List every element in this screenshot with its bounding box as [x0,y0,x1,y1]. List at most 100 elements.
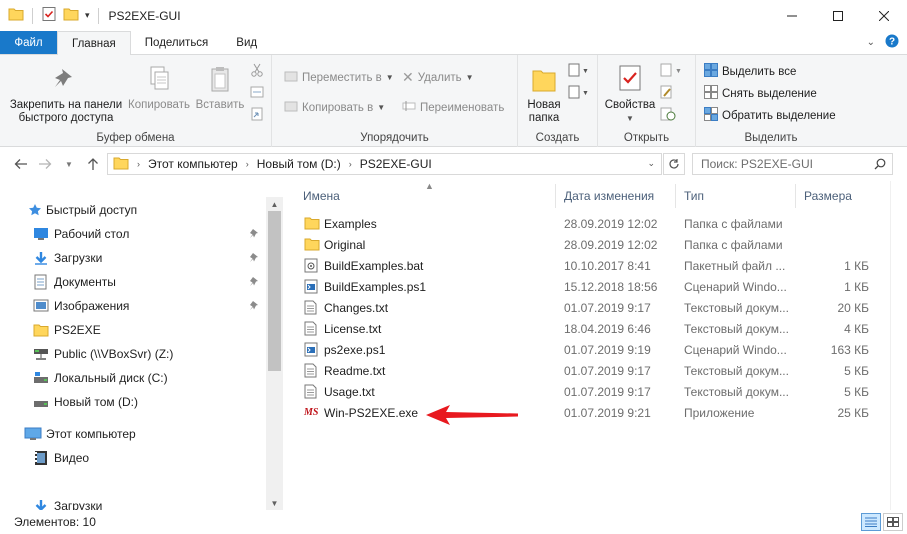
scroll-up-arrow-icon[interactable]: ▲ [266,197,283,211]
select-all-button[interactable]: Выделить все [704,63,796,80]
recent-locations-button[interactable]: ▼ [58,153,80,175]
text-file-icon [304,300,317,318]
nav-local-disk-c[interactable]: Локальный диск (C:) [0,366,266,390]
nav-label: PS2EXE [54,323,101,337]
file-type: Текстовый докум... [684,322,789,336]
column-header-size[interactable]: Размера [796,184,883,208]
rename-button[interactable]: Переименовать [402,99,504,116]
nav-downloads-pc[interactable]: Загрузки [0,494,266,510]
tab-view[interactable]: Вид [222,31,271,54]
invert-selection-button[interactable]: Обратить выделение [704,107,836,124]
details-view-button[interactable] [861,513,881,531]
nav-network-drive-z[interactable]: Public (\\VBoxSvr) (Z:) [0,342,266,366]
large-icons-view-button[interactable] [883,513,903,531]
minimize-button[interactable] [769,0,815,31]
file-date: 15.12.2018 18:56 [564,280,658,294]
new-folder-button[interactable]: Новая папка [522,65,566,125]
table-row[interactable]: BuildExamples.bat 10.10.2017 8:41 Пакетный… [283,255,883,276]
file-size: 1 КБ [844,280,869,294]
new-folder-quick-icon[interactable] [63,7,79,24]
breadcrumb-ps2exe-gui[interactable]: PS2EXE-GUI [360,157,432,171]
paste-icon [206,65,234,99]
nav-scrollbar-thumb[interactable] [268,211,281,371]
forward-button[interactable] [34,153,56,175]
nav-ps2exe-folder[interactable]: PS2EXE [0,318,266,342]
nav-documents[interactable]: Документы [0,270,266,294]
file-size: 20 КБ [837,301,869,315]
copy-to-button[interactable]: Копировать в ▼ [284,99,385,116]
table-row[interactable]: Readme.txt 01.07.2019 9:17 Текстовый докум… [283,360,883,381]
history-icon[interactable] [660,107,676,124]
tab-share[interactable]: Поделиться [131,31,223,54]
search-icon[interactable] [874,158,901,173]
breadcrumb-this-pc[interactable]: Этот компьютер [148,157,238,171]
pin-icon[interactable] [250,300,260,315]
file-type: Текстовый докум... [684,301,789,315]
nav-downloads[interactable]: Загрузки [0,246,266,270]
new-item-icon[interactable]: ▼ [568,63,589,80]
paste-button[interactable]: Вставить [192,65,248,112]
scroll-down-arrow-icon[interactable]: ▼ [266,496,283,510]
video-icon [33,450,49,466]
pin-icon[interactable] [250,276,260,291]
table-row[interactable]: BuildExamples.ps1 15.12.2018 18:56 Сценари… [283,276,883,297]
file-list-scrollbar[interactable] [890,181,907,510]
file-size: 163 КБ [830,343,869,357]
search-input[interactable]: Поиск: PS2EXE-GUI [692,153,893,175]
network-drive-icon [33,347,49,361]
table-row[interactable]: MS Win-PS2EXE.exe 01.07.2019 9:21 Приложени… [283,402,883,423]
tab-file[interactable]: Файл [0,31,57,54]
cut-icon[interactable] [250,63,264,80]
download-arrow-icon [34,499,48,510]
help-icon[interactable]: ? [885,34,899,51]
address-dropdown-chevron-icon[interactable]: ⌄ [647,158,655,169]
copy-button[interactable]: Копировать [126,65,192,112]
pictures-icon [33,299,49,313]
status-bar: Элементов: 10 [0,510,907,534]
easy-access-icon[interactable]: ▼ [568,85,589,102]
breadcrumb-drive-d[interactable]: Новый том (D:) [257,157,341,171]
column-header-name[interactable]: Имена [295,184,556,208]
folder-icon [304,216,320,233]
close-button[interactable] [861,0,907,31]
edit-icon[interactable] [660,85,674,102]
nav-desktop[interactable]: Рабочий стол [0,222,266,246]
table-row[interactable]: Changes.txt 01.07.2019 9:17 Текстовый доку… [283,297,883,318]
column-header-date[interactable]: Дата изменения [556,184,676,208]
column-header-type[interactable]: Тип [676,184,796,208]
properties-button[interactable]: Свойства ▼ [604,63,656,125]
nav-videos[interactable]: Видео [0,446,266,470]
copy-path-icon[interactable] [250,85,264,102]
table-row[interactable]: License.txt 18.04.2019 6:46 Текстовый доку… [283,318,883,339]
move-to-button[interactable]: Переместить в ▼ [284,69,394,86]
nav-quick-access[interactable]: Быстрый доступ [0,198,266,222]
tab-home[interactable]: Главная [57,31,131,55]
nav-label: Рабочий стол [54,227,130,241]
properties-quick-icon[interactable] [41,6,57,25]
delete-button[interactable]: ✕ Удалить ▼ [402,69,474,86]
nav-volume-d[interactable]: Новый том (D:) [0,390,266,414]
pin-quick-access-button[interactable]: Закрепить на панели быстрого доступа [6,65,126,125]
address-bar[interactable]: › Этот компьютер › Новый том (D:) › PS2E… [107,153,662,175]
pin-icon[interactable] [250,228,260,243]
batch-file-icon [304,258,318,276]
table-row[interactable]: Examples 28.09.2019 12:02 Папка с файлами [283,213,883,234]
table-row[interactable]: ps2exe.ps1 01.07.2019 9:19 Сценарий Windo.… [283,339,883,360]
create-group-label: Создать [535,132,580,144]
table-row[interactable]: Original 28.09.2019 12:02 Папка с файлами [283,234,883,255]
file-date: 01.07.2019 9:19 [564,343,651,357]
customize-toolbar-chevron-icon[interactable]: ▾ [85,10,90,21]
table-row[interactable]: Usage.txt 01.07.2019 9:17 Текстовый докум.… [283,381,883,402]
up-button[interactable] [82,153,104,175]
nav-pictures[interactable]: Изображения [0,294,266,318]
maximize-button[interactable] [815,0,861,31]
pin-icon[interactable] [250,252,260,267]
refresh-button[interactable] [663,153,685,175]
paste-shortcut-icon[interactable] [250,107,264,124]
select-none-button[interactable]: Снять выделение [704,85,817,102]
back-button[interactable] [10,153,32,175]
expand-ribbon-chevron-icon[interactable]: ⌄ [867,37,875,48]
nav-scrollbar[interactable]: ▲ ▼ [266,197,283,510]
nav-this-pc[interactable]: Этот компьютер [0,422,266,446]
open-icon[interactable]: ▼ [660,63,684,80]
